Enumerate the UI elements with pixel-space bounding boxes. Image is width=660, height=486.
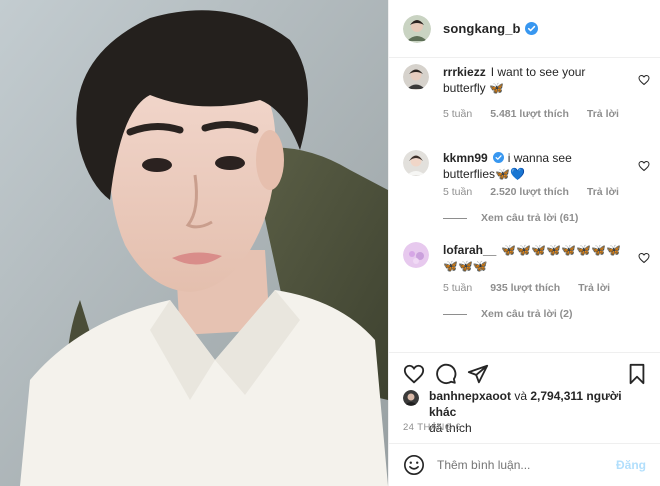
- owner-avatar[interactable]: [403, 14, 431, 43]
- likes-connector: và: [511, 389, 531, 403]
- reply-button[interactable]: Trả lời: [587, 108, 619, 120]
- comment-input[interactable]: [437, 458, 616, 472]
- emoji-smile-icon[interactable]: [403, 454, 425, 476]
- post-details-panel: songkang_b rrrkiezz I want to see your bu…: [388, 0, 660, 486]
- comments-list: rrrkiezz I want to see your butterfly 🦋 5…: [389, 58, 660, 352]
- comment-age: 5 tuần: [443, 186, 473, 198]
- comment-meta: 5 tuần 935 lượt thích Trả lời: [443, 282, 610, 294]
- comment-bubble-icon[interactable]: [435, 363, 457, 385]
- view-replies-button[interactable]: Xem câu trả lời (2): [443, 308, 573, 320]
- reply-button[interactable]: Trả lời: [578, 282, 610, 294]
- comment-username[interactable]: lofarah__: [443, 243, 496, 257]
- verified-badge-icon: [524, 22, 538, 35]
- like-comment-heart-icon[interactable]: [638, 160, 650, 172]
- owner-username[interactable]: songkang_b: [443, 21, 521, 36]
- comment-item: kkmn99 i wanna see butterflies🦋💙 5 tuần 2…: [403, 150, 650, 230]
- post-photo[interactable]: [0, 0, 388, 486]
- comment-age: 5 tuần: [443, 108, 473, 120]
- comment-username[interactable]: rrrkiezz: [443, 65, 486, 79]
- comment-meta: 5 tuần 5.481 lượt thích Trả lời: [443, 108, 619, 120]
- comment-like-count[interactable]: 935 lượt thích: [490, 282, 560, 294]
- view-replies-label: Xem câu trả lời (61): [481, 212, 579, 224]
- share-paper-plane-icon[interactable]: [467, 363, 489, 385]
- like-comment-heart-icon[interactable]: [638, 74, 650, 86]
- like-comment-heart-icon[interactable]: [638, 252, 650, 264]
- post-comment-button[interactable]: Đăng: [616, 458, 646, 472]
- commenter-avatar[interactable]: [403, 64, 429, 90]
- replies-divider: [443, 313, 467, 315]
- liker-avatar[interactable]: [403, 390, 419, 406]
- commenter-avatar[interactable]: [403, 242, 429, 268]
- comment-like-count[interactable]: 5.481 lượt thích: [490, 108, 569, 120]
- view-replies-button[interactable]: Xem câu trả lời (61): [443, 212, 578, 224]
- verified-badge-icon: [492, 152, 504, 163]
- commenter-avatar[interactable]: [403, 150, 429, 176]
- comment-age: 5 tuần: [443, 282, 473, 294]
- portrait-illustration: [0, 0, 388, 486]
- comment-item: rrrkiezz I want to see your butterfly 🦋 5…: [403, 64, 650, 134]
- comment-username[interactable]: kkmn99: [443, 151, 488, 165]
- comment-like-count[interactable]: 2.520 lượt thích: [490, 186, 569, 198]
- comment-meta: 5 tuần 2.520 lượt thích Trả lời: [443, 186, 619, 198]
- comment-item: lofarah__ 🦋🦋🦋🦋🦋🦋🦋🦋🦋🦋🦋 5 tuần 935 lượt thí…: [403, 242, 650, 332]
- liker-username[interactable]: banhnepxaoot: [429, 389, 511, 403]
- post-header: songkang_b: [389, 0, 660, 58]
- save-bookmark-icon[interactable]: [626, 363, 648, 385]
- replies-divider: [443, 217, 467, 219]
- reply-button[interactable]: Trả lời: [587, 186, 619, 198]
- post-date: 24 THÁNG 6: [403, 422, 462, 433]
- like-heart-icon[interactable]: [403, 363, 425, 385]
- view-replies-label: Xem câu trả lời (2): [481, 308, 573, 320]
- add-comment-bar: Đăng: [389, 443, 660, 486]
